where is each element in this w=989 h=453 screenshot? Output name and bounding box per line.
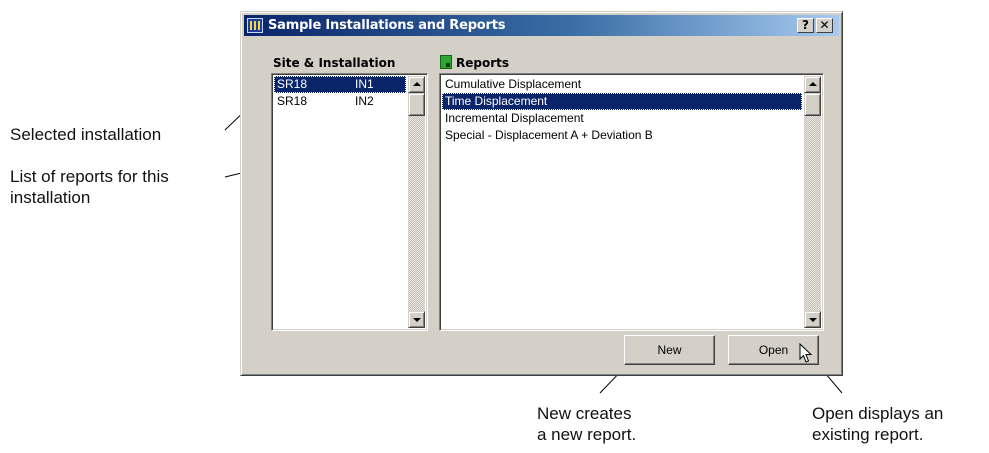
callout-selected-installation: Selected installation: [10, 125, 162, 144]
arrow-up-icon: [809, 82, 817, 86]
scroll-up-button[interactable]: [408, 76, 425, 93]
arrow-down-icon: [809, 318, 817, 322]
callout-new: New creates a new report.: [537, 403, 636, 445]
reports-label: Reports: [456, 56, 510, 70]
installations-scrollbar[interactable]: [408, 76, 425, 328]
callout-report-list-line1: List of reports for this: [10, 167, 169, 186]
report-item[interactable]: Special - Displacement A + Deviation B: [442, 127, 802, 144]
close-button[interactable]: ✕: [816, 18, 833, 33]
installations-listbox[interactable]: SR18 IN1 SR18 IN2: [271, 73, 428, 331]
report-name: Special - Displacement A + Deviation B: [445, 128, 653, 142]
report-item[interactable]: Incremental Displacement: [442, 110, 802, 127]
installations-label: Site & Installation: [273, 56, 396, 70]
callout-report-list: List of reports for this installation: [10, 166, 169, 208]
sample-installations-dialog: Sample Installations and Reports ? ✕ Sit…: [240, 11, 843, 376]
arrow-up-icon: [413, 82, 421, 86]
scroll-thumb[interactable]: [408, 93, 425, 116]
report-name: Time Displacement: [445, 94, 548, 108]
callout-open: Open displays an existing report.: [812, 403, 943, 445]
installation-site: SR18: [277, 94, 308, 108]
callout-open-line1: Open displays an: [812, 404, 944, 423]
help-button[interactable]: ?: [797, 18, 814, 33]
scroll-down-button[interactable]: [408, 311, 425, 328]
callout-open-line2: existing report.: [812, 425, 924, 444]
mouse-cursor-icon: [799, 343, 813, 363]
callout-new-line1: New creates: [537, 404, 632, 423]
report-icon: [440, 55, 452, 69]
callout-report-list-line2: installation: [10, 188, 91, 207]
report-item[interactable]: Time Displacement: [442, 93, 802, 110]
installation-id: IN1: [355, 77, 374, 91]
callout-new-line2: a new report.: [537, 425, 637, 444]
scroll-down-button[interactable]: [804, 311, 821, 328]
installation-row[interactable]: SR18 IN1: [274, 76, 406, 93]
new-button[interactable]: New: [624, 335, 715, 365]
app-icon: [247, 18, 263, 33]
report-item[interactable]: Cumulative Displacement: [442, 76, 802, 93]
installation-id: IN2: [355, 94, 374, 108]
scroll-up-button[interactable]: [804, 76, 821, 93]
scroll-thumb[interactable]: [804, 93, 821, 116]
report-name: Incremental Displacement: [445, 111, 584, 125]
installation-row[interactable]: SR18 IN2: [274, 93, 406, 110]
report-name: Cumulative Displacement: [445, 77, 582, 91]
title-bar[interactable]: Sample Installations and Reports ? ✕: [244, 15, 839, 36]
arrow-down-icon: [413, 318, 421, 322]
reports-listbox[interactable]: Cumulative Displacement Time Displacemen…: [439, 73, 824, 331]
installation-site: SR18: [277, 77, 308, 91]
dialog-title: Sample Installations and Reports: [268, 18, 506, 33]
reports-scrollbar[interactable]: [804, 76, 821, 328]
